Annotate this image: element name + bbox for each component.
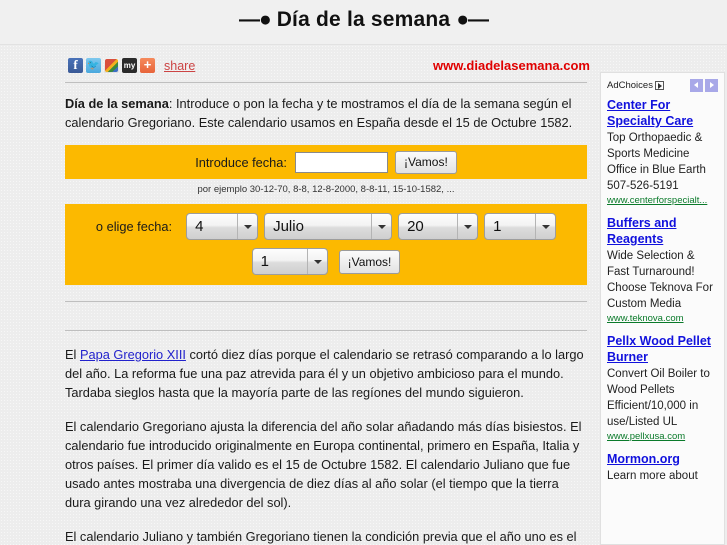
adchoices-text: AdChoices [607,79,653,91]
ad-url-link[interactable]: www.centerforspecialt... [607,195,718,206]
google-icon[interactable] [104,58,119,73]
ad-body-text: Learn more about [607,470,698,482]
submit-date-button[interactable]: ¡Vamos! [394,150,457,174]
addthis-icon[interactable] [140,58,155,73]
paragraph-2-text: El calendario Gregoriano ajusta la difer… [65,419,582,510]
ad-item: Center For Specialty Care Top Orthopaedi… [607,97,718,206]
ad-item: Pellx Wood Pellet Burner Convert Oil Boi… [607,333,718,442]
ad-sidebar: AdChoices Center For Specialty Care Top … [600,72,725,545]
share-bar: share [68,58,195,73]
site-url-text: www.diadelasemana.com [432,58,590,73]
date-format-example: por ejemplo 30-12-70, 8-8, 12-8-2000, 8-… [197,184,455,195]
ad-header: AdChoices [607,77,718,93]
main-content: Día de la semana: Introduce o pon la fec… [65,82,587,545]
papa-gregorio-link[interactable]: Papa Gregorio XIII [80,347,186,362]
adchoices-icon [654,80,664,90]
chevron-down-icon [237,214,257,239]
date-entry-panel: Introduce fecha: ¡Vamos! [65,145,587,179]
chevron-down-icon [371,214,391,239]
page-title-text: Día de la semana [276,8,451,31]
ad-item: Buffers and Reagents Wide Selection & Fa… [607,215,718,324]
ad-body-text: Wide Selection & Fast Turnaround! Choose… [607,250,713,310]
submit-select-button[interactable]: ¡Vamos! [338,249,401,274]
chevron-right-icon[interactable] [705,78,718,92]
share-link[interactable]: share [164,59,195,73]
month-select-value: Julio [273,218,304,235]
facebook-icon[interactable] [68,58,83,73]
ad-pager [690,78,718,92]
chevron-left-icon[interactable] [690,78,703,92]
ad-title-link[interactable]: Center For Specialty Care [607,97,718,129]
divider-top [65,82,587,83]
paragraph-3-text: El calendario Juliano y también Gregoria… [65,529,577,544]
chevron-down-icon [306,249,327,274]
date-input-label: Introduce fecha: [195,154,287,170]
ad-title-link[interactable]: Mormon.org [607,451,718,467]
ad-url-link[interactable]: www.teknova.com [607,313,718,324]
myspace-icon[interactable] [122,58,137,73]
ad-url-link[interactable]: www.pellxusa.com [607,431,718,442]
twitter-icon[interactable] [86,58,101,73]
date-input[interactable] [294,151,388,173]
ad-body-text: Top Orthopaedic & Sports Medicine Office… [607,132,706,192]
ad-item: Mormon.org Learn more about [607,451,718,484]
century-select-value: 20 [407,218,424,235]
date-select-label: o elige fecha: [95,219,173,234]
chevron-down-icon [535,214,555,239]
date-select-row-2: 1 ¡Vamos! [65,248,587,275]
title-decoration-right: ●— [456,8,489,31]
century-select[interactable]: 20 [398,213,479,240]
paragraph-3: El calendario Juliano y también Gregoria… [65,527,587,545]
title-decoration-left: —● [238,8,272,31]
paragraph-2: El calendario Gregoriano ajusta la difer… [65,417,587,512]
month-select[interactable]: Julio [264,213,393,240]
ad-body-text: Convert Oil Boiler to Wood Pellets Effic… [607,368,710,428]
chevron-down-icon [457,214,477,239]
decade-select[interactable]: 1 [484,213,557,240]
paragraph-1: El Papa Gregorio XIII cortó diez días po… [65,345,587,402]
day-select[interactable]: 4 [186,213,259,240]
intro-bold: Día de la semana [65,96,169,111]
adchoices-label[interactable]: AdChoices [607,80,664,91]
date-select-row-1: o elige fecha: 4 Julio 20 1 [65,213,587,240]
date-select-panel: o elige fecha: 4 Julio 20 1 1 ¡Vamos! [65,204,587,285]
page-title: —● Día de la semana ●— [0,8,727,32]
ad-title-link[interactable]: Buffers and Reagents [607,215,718,247]
ad-title-link[interactable]: Pellx Wood Pellet Burner [607,333,718,365]
paragraph-1-pre: El [65,347,80,362]
intro-paragraph: Día de la semana: Introduce o pon la fec… [65,94,587,132]
year-select-value: 1 [260,253,269,270]
year-select[interactable]: 1 [251,248,328,275]
day-select-value: 4 [195,218,204,235]
decade-select-value: 1 [493,218,502,235]
